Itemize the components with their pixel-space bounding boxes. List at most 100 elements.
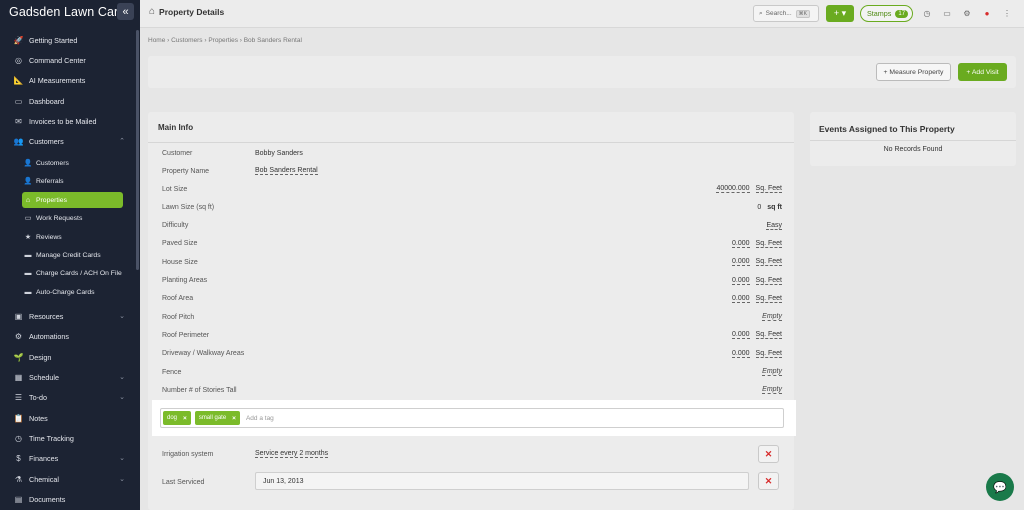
monitor-icon: ▭ [14,96,23,106]
info-row-value: 0.000 Sq. Feet [732,277,782,285]
events-card: Events Assigned to This Property No Reco… [810,112,1016,166]
user-menu-icon[interactable]: ⋮ [1002,8,1012,18]
quick-add-button[interactable]: + ▾ [826,5,854,22]
unit-selector[interactable]: Sq. Feet [755,295,782,303]
user-plus-icon: 👤 [23,178,33,185]
sidebar-item-chemical[interactable]: ⚗ Chemical ⌄ [0,470,140,488]
page-title-text: Property Details [159,6,225,17]
info-row: Fence Empty [162,363,782,381]
unit-selector[interactable]: Sq. Feet [755,277,782,285]
envelope-icon: ✉ [15,116,22,126]
sidebar-item-resources[interactable]: ▣ Resources ⌄ [0,307,140,325]
stamps-button[interactable]: Stamps 17 [860,5,913,22]
remove-tag-icon[interactable]: × [183,415,187,422]
editable-number[interactable]: 40000.000 [716,185,750,193]
measure-property-button[interactable]: + Measure Property [876,63,951,81]
sidebar-subitem-label: Auto-Charge Cards [36,288,95,296]
page-title: ⌂ Property Details [149,6,224,17]
notification-icon[interactable]: ● [982,8,992,18]
main-info-title: Main Info [158,123,194,132]
sidebar-subitem-reviews[interactable]: ★ Reviews [22,229,123,245]
sidebar-subitem-properties[interactable]: ⌂ Properties [22,192,123,208]
info-row: Roof Perimeter 0.000 Sq. Feet [162,326,782,344]
sidebar-subitem-work-requests[interactable]: ▭ Work Requests [22,210,123,226]
sidebar-item-documents[interactable]: ▤ Documents [0,490,140,508]
sidebar-item-label: Documents [29,494,66,504]
info-row-label: House Size [162,258,198,266]
editable-text[interactable]: Easy [766,222,782,230]
sidebar-item-notes[interactable]: 📋 Notes [0,409,140,427]
sidebar-item-command-center[interactable]: ◎ Command Center [0,51,140,69]
sidebar-item-dashboard[interactable]: ▭ Dashboard [0,92,140,110]
sidebar-item-getting-started[interactable]: 🚀 Getting Started [0,31,140,49]
editable-empty[interactable]: Empty [762,313,782,322]
editable-number[interactable]: 0.000 [732,331,750,340]
user-icon: 👤 [23,160,33,167]
stamps-label: Stamps [867,9,892,18]
sidebar-item-invoices-to-be-mailed[interactable]: ✉ Invoices to be Mailed [0,112,140,130]
clipboard-icon: 📋 [13,413,24,423]
tag-small-gate[interactable]: small gate × [194,411,240,425]
target-icon: ◎ [15,55,22,65]
sidebar-item-time-tracking[interactable]: ◷ Time Tracking [0,429,140,447]
remove-tag-icon[interactable]: × [232,415,236,422]
info-row-value: 0.000 Sq. Feet [732,350,782,358]
credit-card-icon: ▬ [24,269,32,277]
clock-icon[interactable]: ◷ [922,8,932,18]
cogs-icon: ⚙ [14,331,23,341]
tag-input[interactable]: dog × small gate × Add a tag [160,408,784,428]
value-number: 0 [757,203,762,211]
search-icon: ⌕ [759,9,763,17]
delete-last-serviced-button[interactable]: ✕ [758,472,779,490]
unit-selector[interactable]: Sq. Feet [755,240,782,248]
sidebar-item-label: Resources [29,311,64,321]
info-row: House Size 0.000 Sq. Feet [162,253,782,271]
sidebar-subitem-auto-charge-cards[interactable]: ▬ Auto-Charge Cards [22,284,123,300]
unit-selector[interactable]: Sq. Feet [755,331,782,340]
sidebar-item-schedule[interactable]: ▦ Schedule ⌄ [0,368,140,386]
unit-selector[interactable]: Sq. Feet [755,350,782,358]
unit-selector[interactable]: Sq. Feet [755,258,782,267]
chat-icon[interactable]: ▭ [942,8,952,18]
sidebar-item-label: Customers [29,136,64,146]
sidebar-item-finances[interactable]: $ Finances ⌄ [0,449,140,467]
gear-icon[interactable]: ⚙ [962,8,972,18]
info-row-label: Roof Pitch [162,313,195,321]
sidebar-item-automations[interactable]: ⚙ Automations [0,327,140,345]
last-serviced-input[interactable]: Jun 13, 2013 [255,472,749,490]
delete-irrigation-button[interactable]: ✕ [758,445,779,463]
collapse-sidebar-button[interactable]: « [117,3,134,20]
sidebar-item-customers[interactable]: 👥 Customers ⌃ [0,132,140,150]
sidebar-item-label: Time Tracking [29,433,74,443]
add-visit-button[interactable]: + Add Visit [958,63,1007,81]
info-row: Roof Pitch Empty [162,308,782,326]
sidebar-item-to-do[interactable]: ☰ To-do ⌄ [0,388,140,406]
property-name-value[interactable]: Bob Sanders Rental [255,167,318,175]
editable-empty[interactable]: Empty [762,368,782,376]
property-name-row: Property Name Bob Sanders Rental [162,162,782,180]
editable-number[interactable]: 0.000 [732,295,750,303]
editable-number[interactable]: 0.000 [732,240,750,248]
editable-number[interactable]: 0.000 [732,350,750,358]
tag-placeholder[interactable]: Add a tag [246,415,274,422]
events-empty-state: No Records Found [883,146,943,153]
sidebar-item-ai-measurements[interactable]: 📐 AI Measurements [0,71,140,89]
tag-dog[interactable]: dog × [163,411,191,425]
info-row-label: Planting Areas [162,277,208,284]
sidebar-item-design[interactable]: 🌱 Design [0,348,140,366]
chat-support-button[interactable]: 💬 [986,473,1014,501]
editable-empty[interactable]: Empty [762,386,782,395]
editable-number[interactable]: 0.000 [732,277,750,285]
irrigation-value[interactable]: Service every 2 months [255,450,329,458]
sidebar-subitem-customers[interactable]: 👤 Customers [22,155,123,171]
editable-number[interactable]: 0.000 [732,258,750,267]
chevron-icon: ⌄ [119,455,125,462]
sidebar-subitem-manage-credit-cards[interactable]: ▬ Manage Credit Cards [22,247,123,263]
sidebar-item-label: Automations [29,331,69,341]
unit-selector[interactable]: Sq. Feet [755,185,782,193]
credit-card-icon: ▬ [24,251,32,259]
sidebar-subitem-referrals[interactable]: 👤 Referrals [22,173,123,189]
sidebar-subitem-charge-cards-ach-on-file[interactable]: ▬ Charge Cards / ACH On File [22,265,123,281]
info-row: Difficulty Easy [162,217,782,235]
search-input[interactable]: ⌕ Search... ⌘K [753,5,819,22]
